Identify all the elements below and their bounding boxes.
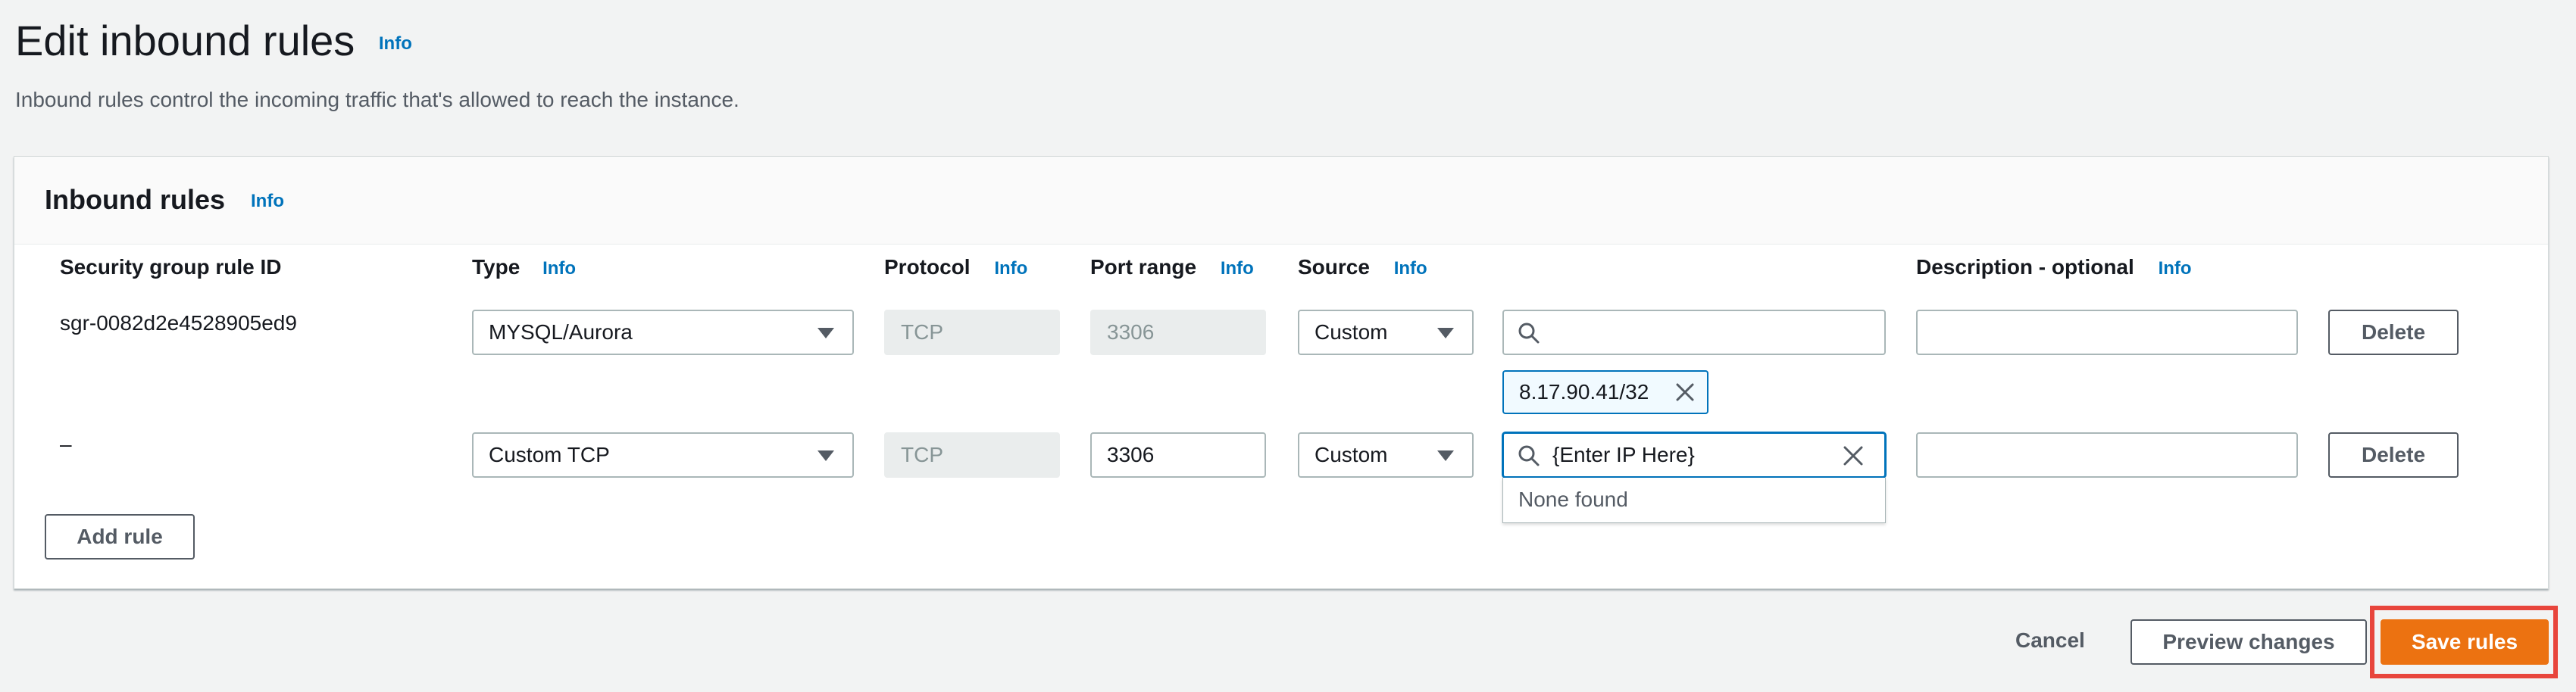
type-info-link[interactable]: Info bbox=[542, 258, 576, 279]
column-header-rule-id: Security group rule ID bbox=[60, 255, 282, 279]
type-select-row-2-value: Custom TCP bbox=[489, 443, 610, 466]
source-search-row-2-value: {Enter IP Here} bbox=[1552, 443, 1695, 466]
column-header-type: Type Info bbox=[472, 255, 576, 279]
column-header-type-label: Type bbox=[472, 255, 521, 279]
delete-button-row-1[interactable]: Delete bbox=[2328, 310, 2459, 355]
source-select-row-1-value: Custom bbox=[1315, 320, 1388, 344]
add-rule-button[interactable]: Add rule bbox=[45, 514, 195, 560]
column-header-description-label: Description - optional bbox=[1916, 255, 2134, 279]
panel-title-text: Inbound rules bbox=[45, 184, 225, 215]
source-dropdown-row-2: None found bbox=[1502, 478, 1886, 523]
column-header-source: Source Info bbox=[1298, 255, 1427, 279]
type-select-row-1[interactable]: MYSQL/Aurora bbox=[472, 310, 854, 355]
preview-changes-button[interactable]: Preview changes bbox=[2131, 619, 2367, 665]
column-header-source-label: Source bbox=[1298, 255, 1370, 279]
source-select-row-1[interactable]: Custom bbox=[1298, 310, 1474, 355]
caret-down-icon bbox=[1437, 450, 1454, 461]
inbound-rules-panel: Inbound rules Info Security group rule I… bbox=[14, 156, 2549, 589]
protocol-field-row-1: TCP bbox=[884, 310, 1060, 355]
save-rules-button[interactable]: Save rules bbox=[2381, 619, 2549, 665]
cancel-button[interactable]: Cancel bbox=[2015, 628, 2085, 653]
source-search-input-row-2[interactable]: {Enter IP Here} bbox=[1502, 432, 1886, 478]
delete-button-row-2[interactable]: Delete bbox=[2328, 432, 2459, 478]
caret-down-icon bbox=[1437, 328, 1454, 338]
description-input-row-2[interactable] bbox=[1916, 432, 2298, 478]
type-select-row-2[interactable]: Custom TCP bbox=[472, 432, 854, 478]
source-search-input-row-1[interactable] bbox=[1502, 310, 1886, 355]
page-title-info-link[interactable]: Info bbox=[379, 33, 412, 54]
description-input-row-1[interactable] bbox=[1916, 310, 2298, 355]
port-range-field-row-1: 3306 bbox=[1090, 310, 1266, 355]
column-header-port-range: Port range Info bbox=[1090, 255, 1254, 279]
page-description: Inbound rules control the incoming traff… bbox=[15, 88, 739, 111]
rule-id-row-1: sgr-0082d2e4528905ed9 bbox=[60, 311, 297, 335]
source-info-link[interactable]: Info bbox=[1394, 258, 1427, 279]
panel-header bbox=[14, 157, 2548, 245]
port-range-input-row-2[interactable]: 3306 bbox=[1090, 432, 1266, 478]
column-header-protocol: Protocol Info bbox=[884, 255, 1027, 279]
search-icon bbox=[1518, 323, 1540, 344]
column-header-protocol-label: Protocol bbox=[884, 255, 971, 279]
source-select-row-2[interactable]: Custom bbox=[1298, 432, 1474, 478]
column-header-description: Description - optional Info bbox=[1916, 255, 2192, 279]
search-icon bbox=[1518, 445, 1540, 466]
protocol-field-row-2: TCP bbox=[884, 432, 1060, 478]
caret-down-icon bbox=[818, 328, 834, 338]
source-select-row-2-value: Custom bbox=[1315, 443, 1388, 466]
caret-down-icon bbox=[818, 450, 834, 461]
page-title: Edit inbound rules Info bbox=[15, 14, 412, 71]
port-range-info-link[interactable]: Info bbox=[1221, 258, 1254, 279]
panel-title: Inbound rules Info bbox=[45, 184, 284, 216]
page-title-text: Edit inbound rules bbox=[15, 17, 355, 64]
type-select-row-1-value: MYSQL/Aurora bbox=[489, 320, 633, 344]
close-icon[interactable] bbox=[1842, 444, 1865, 467]
column-header-port-range-label: Port range bbox=[1090, 255, 1197, 279]
source-token-row-1: 8.17.90.41/32 bbox=[1502, 370, 1708, 414]
description-info-link[interactable]: Info bbox=[2159, 258, 2192, 279]
source-token-row-1-label: 8.17.90.41/32 bbox=[1519, 380, 1649, 404]
close-icon[interactable] bbox=[1675, 382, 1695, 402]
rule-id-row-2: – bbox=[60, 432, 72, 456]
protocol-info-link[interactable]: Info bbox=[994, 258, 1027, 279]
panel-info-link[interactable]: Info bbox=[251, 191, 284, 211]
